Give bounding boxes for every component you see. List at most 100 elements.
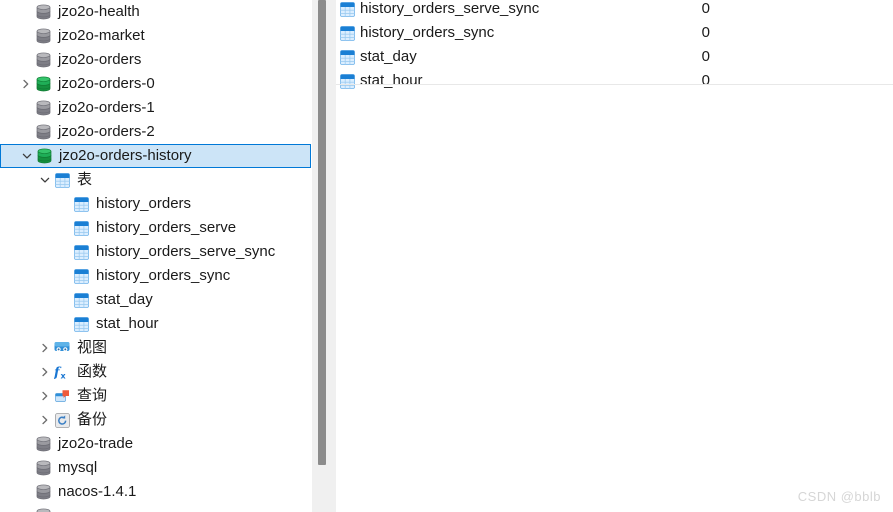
chevron-down-icon[interactable] xyxy=(19,144,35,168)
list-item[interactable]: history_orders_sync 0 xyxy=(336,21,893,45)
tree-item-[interactable]: 视图 xyxy=(0,336,312,360)
tree-item-label: nacos-1.4.1 xyxy=(58,483,137,500)
table-icon xyxy=(338,72,356,90)
database-gray-icon xyxy=(34,507,52,512)
tree-item-label: stat_hour xyxy=(96,315,159,332)
tree-item-[interactable]: 备份 xyxy=(0,408,312,432)
database-gray-icon xyxy=(34,435,52,453)
tree-item-jzo2o-market[interactable]: jzo2o-market xyxy=(0,24,312,48)
tree-item-label: jzo2o-trade xyxy=(58,435,134,452)
chevron-right-icon[interactable] xyxy=(18,72,34,96)
watermark: CSDN @bblb xyxy=(797,489,881,504)
chevron-right-icon[interactable] xyxy=(37,336,53,360)
list-item[interactable]: stat_day 0 xyxy=(336,45,893,69)
table-icon xyxy=(72,315,90,333)
query-icon xyxy=(53,387,71,405)
list-item-row-count: 0 xyxy=(701,72,710,89)
tree-item-history-orders[interactable]: history_orders xyxy=(0,192,312,216)
chevron-down-icon[interactable] xyxy=(37,168,53,192)
tree-item-label: 表 xyxy=(77,171,93,188)
table-icon xyxy=(72,195,90,213)
database-tree-panel[interactable]: jzo2o-health jzo2o-market jzo2o-orders jzo2… xyxy=(0,0,312,512)
tree-item-label: 视图 xyxy=(77,339,108,356)
tree-item-[interactable]: f x 函数 xyxy=(0,360,312,384)
tree-item-label: jzo2o-health xyxy=(58,3,140,20)
vertical-scrollbar[interactable] xyxy=(312,0,336,512)
tree-item[interactable] xyxy=(0,504,312,512)
chevron-right-icon xyxy=(42,367,48,377)
chevron-right-icon xyxy=(42,415,48,425)
database-green-icon xyxy=(34,75,52,93)
tree-item-jzo2o-orders-history[interactable]: jzo2o-orders-history xyxy=(0,144,311,168)
tree-item-label: mysql xyxy=(58,459,98,476)
list-item-row-count: 0 xyxy=(701,24,710,41)
table-icon xyxy=(72,267,90,285)
tree-item-label: history_orders_serve xyxy=(96,219,237,236)
chevron-right-icon xyxy=(42,391,48,401)
tree-item-label: jzo2o-orders xyxy=(58,51,142,68)
tree-item-history-orders-sync[interactable]: history_orders_sync xyxy=(0,264,312,288)
tree-item-label: jzo2o-market xyxy=(58,27,145,44)
tree-item-history-orders-serve[interactable]: history_orders_serve xyxy=(0,216,312,240)
tree-item-label: jzo2o-orders-history xyxy=(59,147,192,164)
object-list: history_orders_serve_sync 0 history_orders… xyxy=(336,0,893,93)
tree-item-history-orders-serve-sync[interactable]: history_orders_serve_sync xyxy=(0,240,312,264)
object-list-panel[interactable]: history_orders_serve_sync 0 history_orders… xyxy=(336,0,893,512)
tree-item-jzo2o-trade[interactable]: jzo2o-trade xyxy=(0,432,312,456)
list-item[interactable]: stat_hour 0 xyxy=(336,69,893,93)
tree-item-label: history_orders xyxy=(96,195,192,212)
chevron-right-icon[interactable] xyxy=(37,408,53,432)
chevron-right-icon[interactable] xyxy=(37,384,53,408)
tree-item-[interactable]: 表 xyxy=(0,168,312,192)
chevron-right-icon xyxy=(42,343,48,353)
tree-item-jzo2o-orders-0[interactable]: jzo2o-orders-0 xyxy=(0,72,312,96)
tree-item-label: history_orders_serve_sync xyxy=(96,243,276,260)
tree-item-nacos-1-4-1[interactable]: nacos-1.4.1 xyxy=(0,480,312,504)
tree-item-label: history_orders_sync xyxy=(96,267,231,284)
function-icon: fx xyxy=(53,363,71,381)
tree-item-label: jzo2o-orders-0 xyxy=(58,75,155,92)
tree-item-[interactable]: 查询 xyxy=(0,384,312,408)
tree-item-stat-hour[interactable]: stat_hour xyxy=(0,312,312,336)
chevron-right-icon xyxy=(23,79,29,89)
database-gray-icon xyxy=(34,123,52,141)
svg-text:x: x xyxy=(61,372,67,381)
tree-item-label: jzo2o-orders-2 xyxy=(58,123,155,140)
database-gray-icon xyxy=(34,3,52,21)
tree-item-label: 备份 xyxy=(77,411,108,428)
tree-item-label: jzo2o-orders-1 xyxy=(58,99,155,116)
tree-item-jzo2o-orders-2[interactable]: jzo2o-orders-2 xyxy=(0,120,312,144)
table-icon xyxy=(72,243,90,261)
database-gray-icon xyxy=(34,27,52,45)
list-item-name: stat_day xyxy=(360,48,417,65)
database-gray-icon xyxy=(34,483,52,501)
tree-item-mysql[interactable]: mysql xyxy=(0,456,312,480)
list-item-row-count: 0 xyxy=(701,48,710,65)
list-item[interactable]: history_orders_serve_sync 0 xyxy=(336,0,893,21)
tree-item-label: 查询 xyxy=(77,387,108,404)
chevron-down-icon xyxy=(22,153,32,159)
tree-item-jzo2o-orders-1[interactable]: jzo2o-orders-1 xyxy=(0,96,312,120)
database-gray-icon xyxy=(34,51,52,69)
tree-item-stat-day[interactable]: stat_day xyxy=(0,288,312,312)
tree-item-label: stat_day xyxy=(96,291,153,308)
table-icon xyxy=(53,171,71,189)
chevron-right-icon[interactable] xyxy=(37,360,53,384)
vertical-scrollbar-thumb[interactable] xyxy=(318,0,326,465)
table-icon xyxy=(72,291,90,309)
tree-item-jzo2o-health[interactable]: jzo2o-health xyxy=(0,0,312,24)
view-icon xyxy=(53,339,71,357)
database-gray-icon xyxy=(34,99,52,117)
list-item-name: stat_hour xyxy=(360,72,423,89)
tree-item-jzo2o-orders[interactable]: jzo2o-orders xyxy=(0,48,312,72)
